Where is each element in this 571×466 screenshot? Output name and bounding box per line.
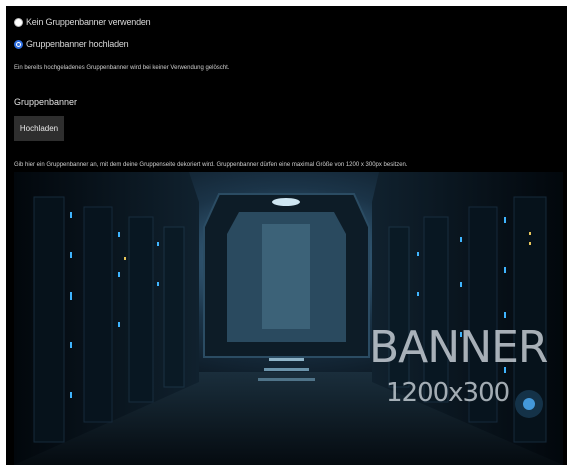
- radio-no-banner[interactable]: [14, 17, 23, 27]
- delete-note: Ein bereits hochgeladenes Gruppenbanner …: [14, 65, 230, 71]
- banner-placeholder-title: BANNER: [369, 322, 548, 373]
- radio-upload-banner-label[interactable]: Gruppenbanner hochladen: [26, 39, 129, 49]
- radio-no-banner-label[interactable]: Kein Gruppenbanner verwenden: [26, 17, 151, 27]
- banner-preview-image: BANNER 1200x300: [14, 172, 563, 465]
- banner-placeholder-dimensions: 1200x300: [386, 378, 510, 408]
- upload-button[interactable]: Hochladen: [14, 116, 64, 141]
- group-banner-settings: Kein Gruppenbanner verwenden Gruppenbann…: [6, 6, 567, 465]
- server-corridor-illustration: [14, 172, 563, 465]
- banner-hint: Gib hier ein Gruppenbanner an, mit dem d…: [14, 162, 408, 168]
- radio-option-upload-banner[interactable]: Gruppenbanner hochladen: [14, 39, 129, 49]
- radio-option-no-banner[interactable]: Kein Gruppenbanner verwenden: [14, 17, 151, 27]
- radio-upload-banner[interactable]: [14, 39, 23, 49]
- section-title: Gruppenbanner: [14, 97, 78, 107]
